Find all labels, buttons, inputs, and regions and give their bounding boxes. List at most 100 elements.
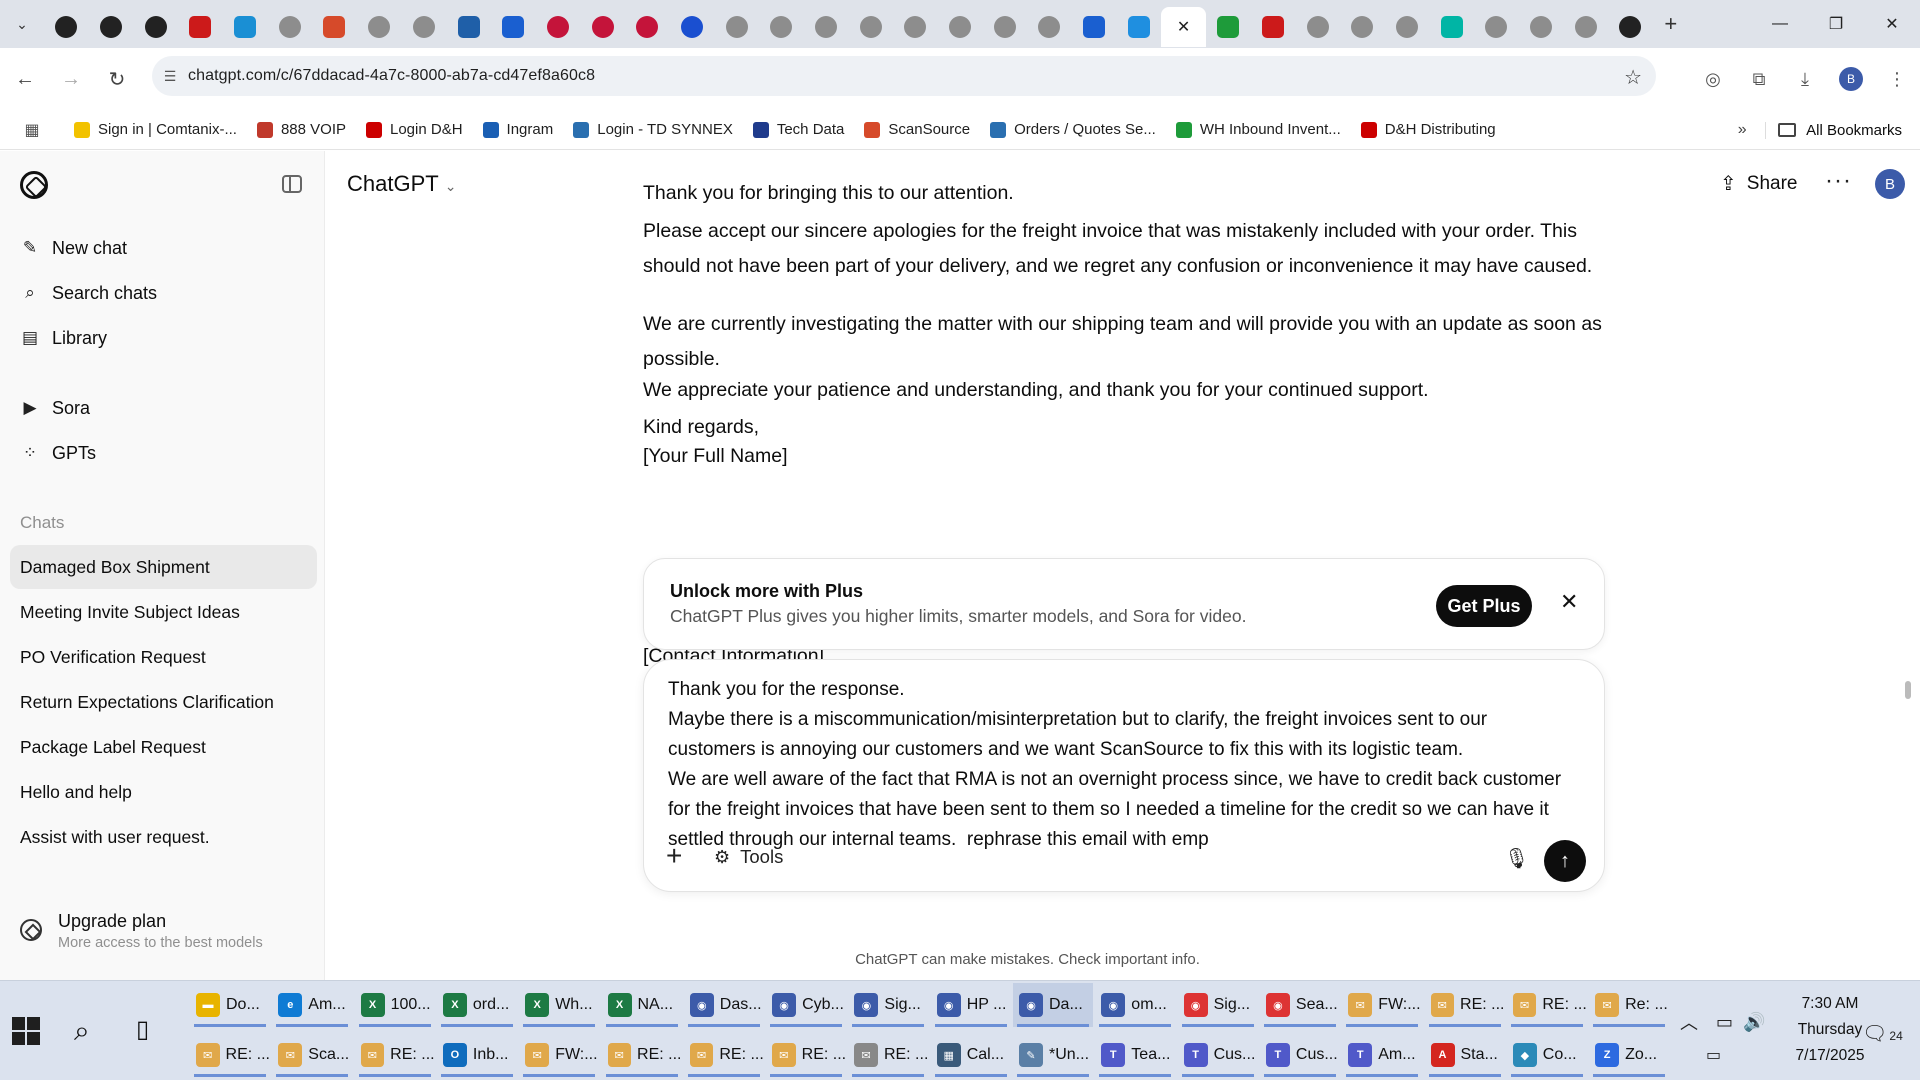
browser-tab[interactable] [1563,7,1608,47]
minimize-icon[interactable]: — [1752,0,1808,48]
chatgpt-logo-icon[interactable] [20,171,48,199]
close-tab-icon[interactable]: ✕ [1177,17,1190,37]
taskbar-app-button[interactable]: O Inb... [437,1033,517,1077]
extensions-icon[interactable]: ⧉ [1736,69,1782,90]
download-icon[interactable]: ⤓ [1782,69,1828,90]
tab-search-chevron-icon[interactable]: ⌄ [0,0,44,48]
more-options-icon[interactable]: ··· [1825,167,1852,195]
taskbar-app-button[interactable]: Xord... [437,983,517,1027]
chat-item-package-label[interactable]: Package Label Request [10,725,317,769]
taskbar-app-button[interactable]: ✉ RE: ... [355,1033,435,1077]
upgrade-plan-button[interactable]: Upgrade plan More access to the best mod… [20,911,263,951]
taskbar-app-button[interactable]: ✎ *Un... [1013,1033,1093,1077]
chat-item-assist-user[interactable]: Assist with user request. [10,815,317,859]
browser-tab[interactable] [44,7,89,47]
taskbar-app-button[interactable]: ◉ HP ... [931,983,1011,1027]
get-plus-button[interactable]: Get Plus [1436,585,1532,627]
taskbar-app-button[interactable]: ✉ Sca... [272,1033,352,1077]
taskbar-app-button[interactable]: ✉ Re: ... [1589,983,1669,1027]
bookmark-item[interactable]: 888 VOIP [247,110,356,150]
taskbar-app-button[interactable]: ✉ RE: ... [190,1033,270,1077]
prompt-textarea[interactable]: Thank you for the response. Maybe there … [668,675,1568,855]
chat-item-damaged-box-shipment[interactable]: Damaged Box Shipment [10,545,317,589]
search-icon[interactable]: ⌕ [74,1015,90,1048]
browser-tab[interactable] [536,7,581,47]
scrollbar-thumb[interactable] [1905,681,1911,699]
close-icon[interactable]: ✕ [1560,589,1578,615]
new-chat-button[interactable]: ✎ New chat [10,228,315,268]
more-bookmarks-icon[interactable]: » [1719,121,1765,139]
chat-item-po-verification[interactable]: PO Verification Request [10,635,317,679]
browser-tab[interactable] [1117,7,1162,47]
browser-tab[interactable] [1206,7,1251,47]
taskbar-app-button[interactable]: ✉ RE: ... [766,1033,846,1077]
browser-tab[interactable] [938,7,983,47]
browser-tab[interactable] [357,7,402,47]
chat-item-meeting-invite[interactable]: Meeting Invite Subject Ideas [10,590,317,634]
browser-tab[interactable] [1429,7,1474,47]
taskbar-app-button[interactable]: ◉ Sig... [848,983,928,1027]
taskbar-app-button[interactable]: ◉ Cyb... [766,983,846,1027]
notifications-icon[interactable]: 🗨 24 [1862,1021,1903,1046]
browser-tab[interactable] [491,7,536,47]
browser-tab[interactable] [1251,7,1296,47]
bookmark-item[interactable]: Tech Data [743,110,855,150]
bookmark-star-icon[interactable]: ☆ [1624,65,1642,90]
sidebar-toggle-icon[interactable] [282,175,302,193]
browser-tab[interactable] [89,7,134,47]
restore-icon[interactable]: ❐ [1808,0,1864,48]
taskbar-app-button[interactable]: ✉ FW:... [1342,983,1422,1027]
taskbar-app-button[interactable]: ✉ RE: ... [1425,983,1505,1027]
taskbar-app-button[interactable]: ▦ Cal... [931,1033,1011,1077]
taskbar-app-button[interactable]: ✉ RE: ... [684,1033,764,1077]
taskbar-app-button[interactable]: A Sta... [1425,1033,1505,1077]
taskbar-app-button[interactable]: T Cus... [1260,1033,1340,1077]
browser-tab[interactable] [625,7,670,47]
bookmark-item[interactable]: Login D&H [356,110,473,150]
taskbar-app-button[interactable]: ✉ RE: ... [602,1033,682,1077]
input-indicator-icon[interactable]: ▭ [1706,1045,1721,1065]
browser-tab[interactable] [714,7,759,47]
taskbar-app-button[interactable]: T Cus... [1178,1033,1258,1077]
chat-item-hello-and-help[interactable]: Hello and help [10,770,317,814]
battery-icon[interactable]: ▭ [1716,1012,1733,1033]
browser-tab[interactable] [178,7,223,47]
browser-tab[interactable] [580,7,625,47]
taskbar-app-button[interactable]: T Am... [1342,1033,1422,1077]
bookmark-item[interactable]: Sign in | Comtanix-... [64,110,247,150]
browser-tab[interactable] [982,7,1027,47]
user-avatar[interactable]: B [1875,169,1905,199]
apps-grid-icon[interactable]: ▦ [0,120,64,140]
taskbar-app-button[interactable]: ✉ FW:... [519,1033,599,1077]
taskbar-app-button[interactable]: ◆ Co... [1507,1033,1587,1077]
taskbar-app-button[interactable]: X NA... [602,983,682,1027]
browser-menu-icon[interactable]: ⋮ [1874,69,1920,90]
library-button[interactable]: ▤ Library [10,318,315,358]
volume-icon[interactable]: 🔊 [1743,1012,1765,1033]
search-chats-button[interactable]: ⌕ Search chats [10,273,315,313]
site-info-icon[interactable]: ☰ [152,68,188,85]
microphone-icon[interactable]: 🎙 [1504,846,1529,871]
bookmark-item[interactable]: Login - TD SYNNEX [563,110,743,150]
browser-tab[interactable] [1072,7,1117,47]
taskbar-app-button[interactable]: ✉ RE: ... [1507,983,1587,1027]
browser-tab[interactable] [1608,7,1653,47]
browser-tab[interactable] [267,7,312,47]
taskbar-app-button[interactable]: ◉ Sea... [1260,983,1340,1027]
url-text[interactable]: chatgpt.com/c/67ddacad-4a7c-8000-ab7a-cd… [188,67,595,85]
browser-tab[interactable] [1474,7,1519,47]
taskbar-app-button[interactable]: ✉ RE: ... [848,1033,928,1077]
browser-tab[interactable]: ✕ [1161,7,1206,47]
browser-tab[interactable] [1519,7,1564,47]
taskbar-app-button[interactable]: T Tea... [1095,1033,1175,1077]
taskbar-app-button[interactable]: X Wh... [519,983,599,1027]
bookmark-item[interactable]: Orders / Quotes Se... [980,110,1166,150]
taskbar-app-button[interactable]: X 100... [355,983,435,1027]
reload-icon[interactable]: ↻ [96,58,138,100]
browser-tab[interactable] [312,7,357,47]
task-view-icon[interactable]: ▯ [136,1015,149,1044]
browser-tab[interactable] [804,7,849,47]
browser-tab[interactable] [223,7,268,47]
browser-tab[interactable] [893,7,938,47]
address-bar[interactable]: ☰ chatgpt.com/c/67ddacad-4a7c-8000-ab7a-… [152,56,1656,96]
